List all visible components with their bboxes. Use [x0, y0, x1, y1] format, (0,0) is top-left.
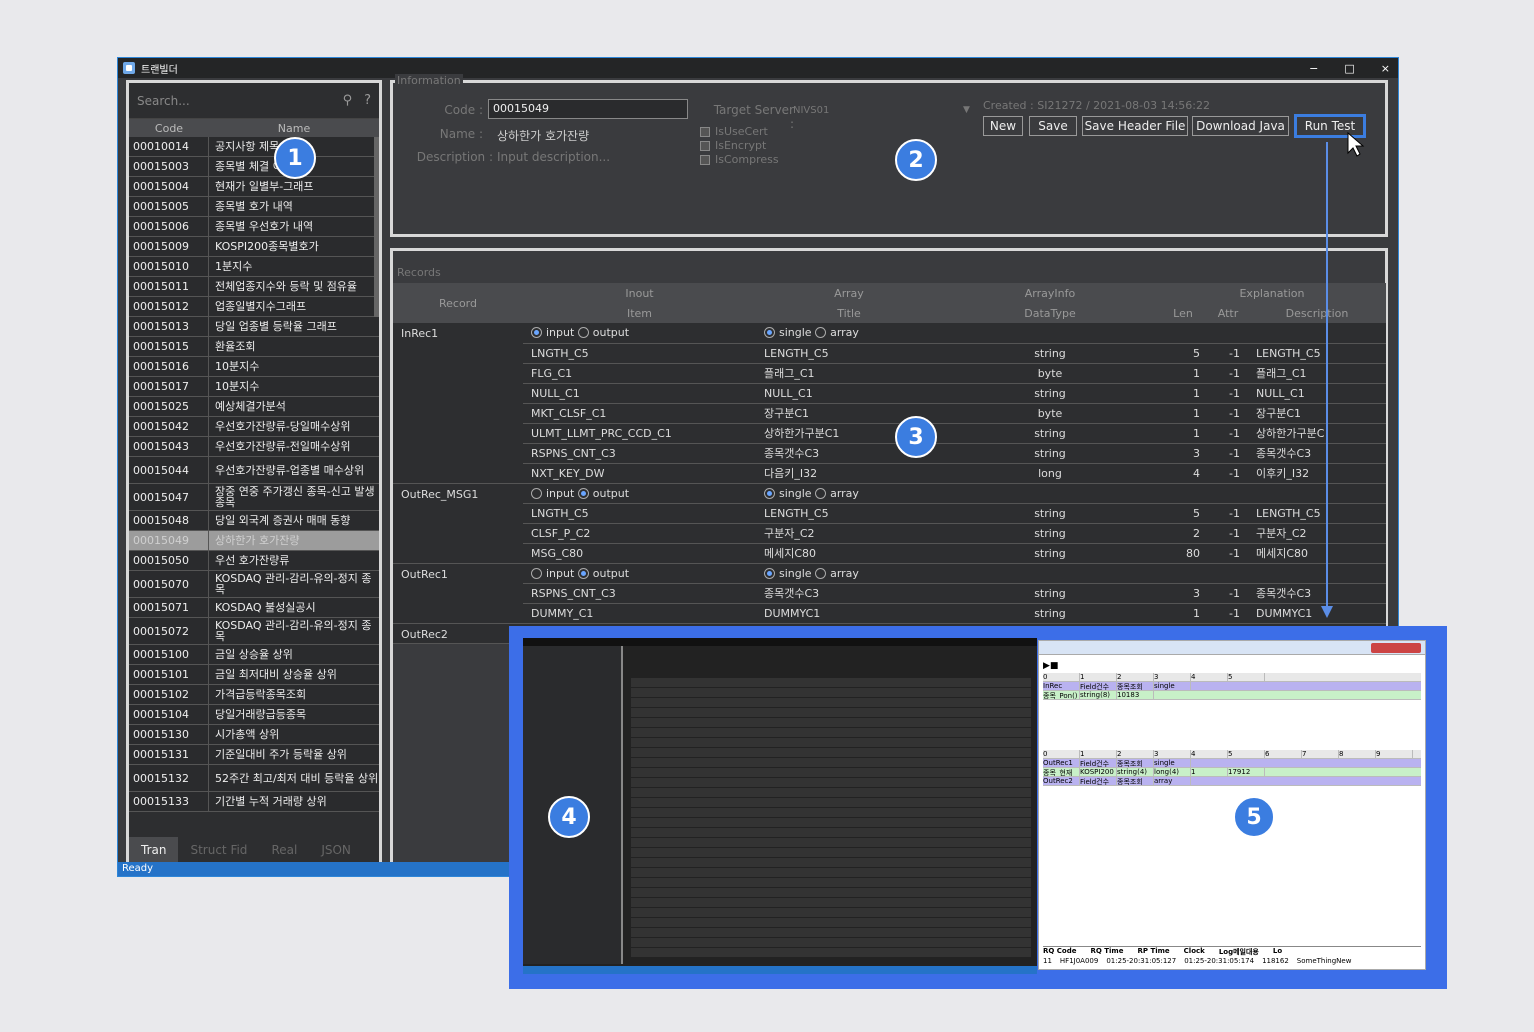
test-cell: long(4)	[1154, 768, 1191, 776]
test-cell: 4	[1191, 673, 1228, 681]
test-cell: array	[1154, 777, 1191, 785]
test-cell: 9	[1376, 750, 1413, 758]
test-spacer	[1043, 700, 1421, 750]
test-cell: 1	[1080, 750, 1117, 758]
test-cell: 종목조회	[1117, 759, 1154, 767]
test-cell: 8	[1339, 750, 1376, 758]
test-cell: 10183	[1117, 691, 1154, 699]
test-header-row: 0123456789	[1043, 750, 1421, 759]
test-cell: 7	[1302, 750, 1339, 758]
test-cell: 6	[1265, 750, 1302, 758]
test-cell: 1	[1191, 768, 1228, 776]
test-cell: 1	[1080, 673, 1117, 681]
test-cell: 0	[1043, 750, 1080, 758]
test-cell: string(8)	[1080, 691, 1117, 699]
test-cell: OutRec2	[1043, 777, 1080, 785]
test-cell: 5	[1228, 750, 1265, 758]
test-inrec-values: 종목_Pon() string(8) 10183	[1043, 691, 1421, 700]
log-header-cell: RQ Code	[1043, 947, 1077, 955]
test-cell: 3	[1154, 750, 1191, 758]
test-titlebar	[1039, 641, 1425, 655]
log-cell: 11	[1043, 957, 1052, 965]
log-cell: SomeThingNew	[1296, 957, 1352, 965]
log-cell: 01:25-20:31:05:127	[1106, 957, 1177, 965]
test-cell: 종목_현재	[1043, 768, 1080, 776]
test-outrec1-row: OutRec1 Field건수 종목조회 single	[1043, 759, 1421, 768]
callout-badge-4: 4	[548, 796, 590, 838]
test-cell: 종목조회	[1117, 777, 1154, 785]
log-cell: HF1J0A009	[1059, 957, 1099, 965]
log-header-cell: RQ Time	[1090, 947, 1124, 955]
preview-titlebar	[523, 638, 1037, 646]
test-cell: 2	[1117, 750, 1154, 758]
callout-badge-1: 1	[274, 137, 316, 179]
test-cell: 2	[1117, 673, 1154, 681]
test-cell: 17912	[1228, 768, 1265, 776]
test-outrec2-row: OutRec2 Field건수 종목조회 array	[1043, 777, 1421, 786]
test-inrec-row: InRec Field건수 종목조회 single	[1043, 682, 1421, 691]
test-window-buttons[interactable]	[1371, 643, 1421, 653]
test-cell: KOSPI200	[1080, 768, 1117, 776]
test-log: RQ Code RQ Time RP Time Clock Log메일대용 Lo 11 HF…	[1043, 946, 1421, 965]
preview-statusbar	[523, 966, 1037, 974]
preview-grid	[631, 678, 1031, 958]
test-cell: 3	[1154, 673, 1191, 681]
preview-overlay: ▶■ 0 1 2 3 4 5 InRec Field건수 종목조회 single 종목_Pon() s…	[509, 626, 1447, 989]
test-cell: 5	[1228, 673, 1265, 681]
test-grid: 0 1 2 3 4 5 InRec Field건수 종목조회 single 종목_Pon() stri…	[1043, 673, 1421, 786]
test-outrec1-values: 종목_현재 KOSPI200 string(4) long(4) 1 17912	[1043, 768, 1421, 777]
test-cell: OutRec1	[1043, 759, 1080, 767]
log-cell: 01:25-20:31:05:174	[1184, 957, 1255, 965]
log-header-cell: Clock	[1183, 947, 1205, 955]
test-cell: Field건수	[1080, 777, 1117, 785]
test-cell: 종목조회	[1117, 682, 1154, 690]
test-cell: 4	[1191, 750, 1228, 758]
log-cell: 118162	[1262, 957, 1289, 965]
log-header-cell: Lo	[1272, 947, 1283, 955]
test-cell: single	[1154, 759, 1191, 767]
play-icon[interactable]: ▶■	[1043, 661, 1058, 671]
test-cell: 0	[1043, 673, 1080, 681]
log-header-cell: Log메일대용	[1218, 948, 1259, 956]
callout-badge-5: 5	[1233, 796, 1275, 838]
test-cell: single	[1154, 682, 1191, 690]
test-cell: InRec	[1043, 682, 1080, 690]
test-cell: string(4)	[1117, 768, 1154, 776]
test-cell: Field건수	[1080, 759, 1117, 767]
log-header-cell: RP Time	[1137, 947, 1170, 955]
test-header-row: 012345	[1043, 673, 1421, 682]
run-test-window: ▶■ 0 1 2 3 4 5 InRec Field건수 종목조회 single 종목_Pon() s…	[1038, 640, 1426, 970]
tranbuilder-preview	[523, 638, 1037, 974]
callout-badge-2: 2	[895, 139, 937, 181]
callout-badge-3: 3	[895, 416, 937, 458]
test-cell: 종목_Pon()	[1043, 691, 1080, 699]
test-cell: Field건수	[1080, 682, 1117, 690]
